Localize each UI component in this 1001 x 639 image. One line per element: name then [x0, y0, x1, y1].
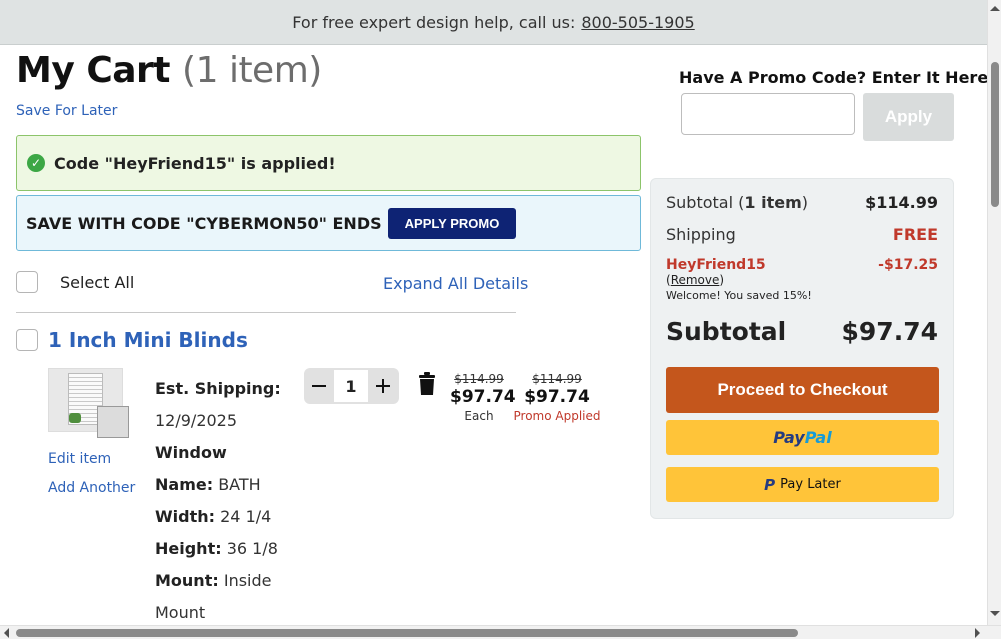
- minus-icon[interactable]: [304, 368, 334, 404]
- welcome-message: Welcome! You saved 15%!: [666, 289, 812, 302]
- subtotal-value: $114.99: [865, 193, 938, 212]
- scroll-left-icon[interactable]: [4, 628, 9, 638]
- name-label: Name:: [155, 475, 214, 494]
- height-value: 36 1/8: [226, 539, 278, 558]
- unit-price-was: $114.99: [454, 372, 504, 386]
- trash-icon[interactable]: [417, 372, 437, 396]
- help-banner: For free expert design help, call us: 80…: [0, 0, 987, 45]
- promo-code-input[interactable]: [681, 93, 855, 135]
- paypal-logo-pal: Pal: [804, 428, 832, 447]
- paypal-icon: P: [764, 475, 776, 494]
- phone-link[interactable]: 800-505-1905: [581, 13, 694, 32]
- subtotal-items: 1 item: [744, 193, 802, 212]
- plant-image: [69, 413, 81, 423]
- remove-coupon-link[interactable]: Remove: [671, 273, 720, 287]
- paypal-button[interactable]: Pay Pal: [666, 420, 939, 455]
- paypal-logo-pay: Pay: [773, 428, 805, 447]
- shipping-row: Shipping FREE: [666, 225, 938, 244]
- apply-promo-button[interactable]: APPLY PROMO: [388, 208, 516, 239]
- color-swatch: [97, 406, 129, 438]
- total-price: $114.99 $97.74 Promo Applied: [512, 372, 602, 423]
- remove-coupon: (Remove): [666, 273, 725, 287]
- promo-banner-text: SAVE WITH CODE "CYBERMON50" ENDS 12/3: [26, 213, 427, 233]
- total-price-now: $97.74: [524, 387, 590, 407]
- shipping-label: Shipping: [666, 225, 736, 244]
- est-shipping-date: 12/9/2025: [155, 411, 238, 430]
- total-label: Subtotal: [666, 317, 787, 346]
- pay-later-label: Pay Later: [780, 477, 841, 492]
- width-value: 24 1/4: [220, 507, 272, 526]
- order-summary: Subtotal (1 item) $114.99 Shipping FREE …: [650, 178, 954, 519]
- promo-applied-text: Code "HeyFriend15" is applied!: [54, 153, 336, 173]
- vertical-scroll-thumb[interactable]: [991, 62, 999, 207]
- help-banner-text: For free expert design help, call us:: [292, 12, 576, 32]
- total-row: Subtotal $97.74: [666, 317, 938, 346]
- name-value: BATH: [218, 475, 261, 494]
- mount-value: Inside: [223, 571, 272, 590]
- width-label: Width:: [155, 507, 216, 526]
- proceed-to-checkout-button[interactable]: Proceed to Checkout: [666, 367, 939, 413]
- promo-apply-button[interactable]: Apply: [863, 93, 954, 141]
- unit-price: $114.99 $97.74 Each: [450, 372, 516, 423]
- vertical-scrollbar[interactable]: [987, 0, 1001, 625]
- quantity-stepper: 1: [304, 368, 399, 404]
- horizontal-scrollbar[interactable]: [0, 625, 1001, 639]
- unit-price-now: $97.74: [450, 387, 516, 407]
- height-label: Height:: [155, 539, 222, 558]
- pay-later-button[interactable]: P Pay Later: [666, 467, 939, 502]
- promo-banner: SAVE WITH CODE "CYBERMON50" ENDS 12/3 AP…: [16, 195, 641, 251]
- coupon-discount: -$17.25: [878, 257, 938, 273]
- subtotal-label: Subtotal (1 item): [666, 193, 808, 212]
- item-details: Est. Shipping: 12/9/2025 Window Name: BA…: [155, 373, 281, 629]
- edit-item-link[interactable]: Edit item: [48, 451, 111, 467]
- check-circle-icon: ✓: [27, 154, 45, 172]
- expand-all-details-link[interactable]: Expand All Details: [383, 274, 528, 293]
- mount-label: Mount:: [155, 571, 219, 590]
- scroll-right-icon[interactable]: [975, 628, 980, 638]
- subtotal-row: Subtotal (1 item) $114.99: [666, 193, 938, 212]
- save-for-later-link[interactable]: Save For Later: [16, 103, 117, 119]
- cart-item-count: (1 item): [182, 50, 322, 91]
- total-value: $97.74: [841, 317, 938, 346]
- page-title: My Cart (1 item): [16, 50, 322, 91]
- est-shipping-label: Est. Shipping:: [155, 379, 281, 398]
- scroll-down-icon[interactable]: [990, 611, 1000, 616]
- plus-icon[interactable]: [368, 368, 398, 404]
- shipping-value: FREE: [892, 225, 938, 244]
- horizontal-scroll-thumb[interactable]: [16, 629, 798, 637]
- select-all-checkbox[interactable]: [16, 271, 38, 293]
- promo-applied-note: Promo Applied: [513, 409, 601, 423]
- coupon-code: HeyFriend15: [666, 257, 766, 273]
- cart-title-text: My Cart: [16, 50, 171, 91]
- coupon-row: HeyFriend15 -$17.25: [666, 257, 938, 273]
- unit-price-note: Each: [464, 409, 494, 423]
- quantity-input[interactable]: 1: [334, 370, 368, 402]
- promo-code-label: Have A Promo Code? Enter It Here.: [679, 68, 995, 87]
- room-label: Window: [155, 443, 227, 462]
- divider: [16, 312, 516, 313]
- total-price-was: $114.99: [532, 372, 582, 386]
- scroll-up-icon[interactable]: [990, 6, 1000, 11]
- promo-applied-alert: ✓ Code "HeyFriend15" is applied!: [16, 135, 641, 191]
- item-title-link[interactable]: 1 Inch Mini Blinds: [48, 328, 248, 352]
- select-all-row: Select All: [16, 271, 134, 293]
- add-another-link[interactable]: Add Another: [48, 480, 135, 496]
- item-checkbox[interactable]: [16, 329, 38, 351]
- select-all-label: Select All: [60, 272, 135, 292]
